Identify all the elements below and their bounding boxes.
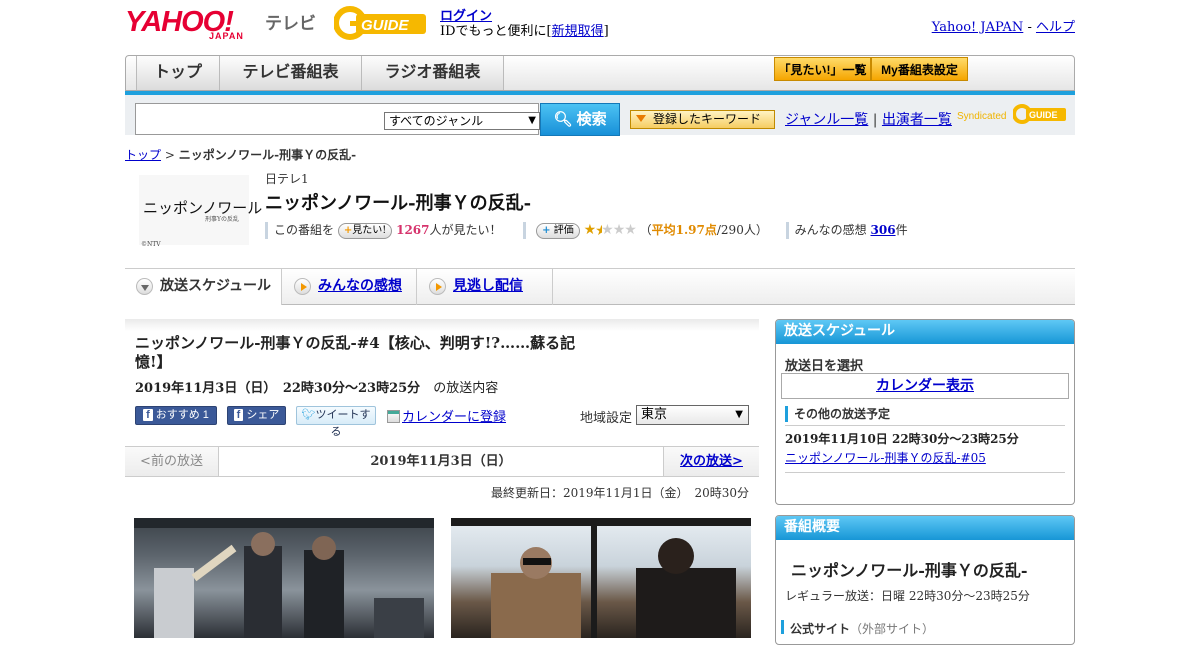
dropdown-arrow-icon: ▼ bbox=[528, 115, 536, 126]
play-arrow-icon bbox=[294, 278, 311, 295]
program-title: ニッポンノワール-刑事Ｙの反乱- bbox=[265, 193, 532, 214]
nav-tab-tv-schedule[interactable]: テレビ番組表 bbox=[220, 56, 362, 90]
syndicated-text: Syndicated bbox=[957, 111, 1007, 122]
nav-tab-top[interactable]: トップ bbox=[136, 56, 220, 90]
global-nav: トップ テレビ番組表 ラジオ番組表 「見たい!」一覧 My番組表設定 bbox=[125, 55, 1075, 91]
registered-keywords-button[interactable]: 登録したキーワード bbox=[630, 110, 775, 129]
episode-photo-2[interactable] bbox=[451, 518, 751, 638]
regular-broadcast: レギュラー放送：日曜 22時30分～23時25分 bbox=[785, 589, 1030, 603]
sidebar-schedule-heading: 放送スケジュール bbox=[776, 320, 1074, 344]
tab-schedule[interactable]: 放送スケジュール bbox=[125, 269, 282, 305]
other-broadcast-link[interactable]: ニッポンノワール-刑事Ｙの反乱-#05 bbox=[785, 449, 986, 466]
plus-icon: + bbox=[542, 224, 551, 236]
breadcrumb-current: ニッポンノワール-刑事Ｙの反乱- bbox=[178, 148, 357, 162]
channel-name: 日テレ1 bbox=[265, 172, 309, 186]
official-site-heading[interactable]: 公式サイト（外部サイト） bbox=[781, 620, 934, 636]
mitai-list-button[interactable]: 「見たい!」一覧 bbox=[774, 57, 871, 81]
genre-select[interactable]: すべてのジャンル ▼ bbox=[384, 112, 540, 130]
search-area: すべてのジャンル ▼ 🔍︎ 検索 登録したキーワード ジャンル一覧 | 出演者一覧… bbox=[125, 95, 1075, 136]
svg-text:GUIDE: GUIDE bbox=[1029, 110, 1058, 120]
divider bbox=[785, 425, 1065, 426]
genre-list-link[interactable]: ジャンル一覧 bbox=[785, 112, 868, 128]
help-link[interactable]: ヘルプ bbox=[1036, 20, 1075, 35]
header-links: Yahoo! JAPAN - ヘルプ bbox=[931, 20, 1075, 35]
id-signup-text: IDでもっと便利に[新規取得] bbox=[440, 24, 609, 39]
episode-title: ニッポンノワール-刑事Ｙの反乱-#4【核心、判明す!?……蘇る記憶!】 bbox=[135, 334, 576, 371]
search-button[interactable]: 🔍︎ 検索 bbox=[540, 103, 620, 136]
breadcrumb-top-link[interactable]: トップ bbox=[125, 148, 161, 162]
last-updated: 最終更新日：2019年11月1日（金） 20時30分 bbox=[491, 486, 749, 500]
facebook-icon: f bbox=[143, 409, 153, 421]
facebook-share-button[interactable]: f シェア bbox=[227, 406, 286, 425]
my-schedule-settings-button[interactable]: My番組表設定 bbox=[871, 57, 968, 81]
region-select[interactable]: 東京 ▼ bbox=[636, 405, 749, 425]
rating-stars: ★★★★★ bbox=[583, 222, 637, 239]
calendar-view-button[interactable]: カレンダー表示 bbox=[781, 373, 1069, 399]
other-broadcast-date: 2019年11月10日 22時30分～23時25分 bbox=[785, 432, 1019, 446]
facebook-icon: f bbox=[233, 409, 244, 421]
divider bbox=[785, 472, 1065, 473]
select-date-label: 放送日を選択 bbox=[785, 359, 864, 374]
facebook-recommend-button[interactable]: f おすすめ 1 bbox=[135, 406, 217, 425]
signup-link[interactable]: 新規取得 bbox=[552, 24, 604, 39]
tab-streaming[interactable]: 見逃し配信 bbox=[418, 269, 553, 305]
nav-tab-radio-schedule[interactable]: ラジオ番組表 bbox=[362, 56, 504, 90]
overview-program-title: ニッポンノワール-刑事Ｙの反乱- bbox=[791, 561, 1028, 580]
cast-list-link[interactable]: 出演者一覧 bbox=[882, 112, 952, 128]
thumbnail-subtitle-text: 刑事Yの反乱 bbox=[205, 216, 239, 223]
gguide-small-logo: GUIDE bbox=[1013, 104, 1066, 124]
breadcrumb: トップ > ニッポンノワール-刑事Ｙの反乱- bbox=[125, 148, 357, 162]
region-label: 地域設定 bbox=[580, 411, 633, 426]
prev-broadcast: <前の放送 bbox=[125, 447, 219, 476]
tweet-button[interactable]: 🐦︎ツイートする bbox=[296, 406, 376, 438]
thumbnail-title-text: ニッポンノワール bbox=[143, 199, 263, 217]
episode-airtime: 2019年11月3日（日） 22時30分～23時25分 の放送内容 bbox=[135, 381, 499, 396]
sidebar-overview-heading: 番組概要 bbox=[776, 516, 1074, 540]
play-arrow-icon bbox=[429, 278, 446, 295]
tab-reviews[interactable]: みんなの感想 bbox=[283, 269, 417, 305]
content-tabs: 放送スケジュール みんなの感想 見逃し配信 bbox=[125, 269, 1075, 305]
search-icon: 🔍︎ bbox=[553, 111, 573, 128]
next-broadcast-link[interactable]: 次の放送> bbox=[663, 447, 759, 476]
episode-photo-1[interactable] bbox=[134, 518, 434, 638]
dropdown-arrow-icon: ▼ bbox=[735, 409, 743, 420]
reviews-count-link[interactable]: 306 bbox=[871, 223, 896, 237]
average-rating: 平均1.97点 bbox=[651, 223, 717, 237]
sidebar-schedule-box: 放送スケジュール 放送日を選択 カレンダー表示 その他の放送予定 2019年11… bbox=[775, 319, 1075, 505]
program-stats-row: この番組を +見たい! 1267人が見たい！ + 評価 ★★★★★ （平均1.9… bbox=[265, 221, 908, 239]
calendar-icon bbox=[387, 410, 400, 423]
plus-icon: + bbox=[343, 224, 353, 236]
thumbnail-copyright: ©NTV bbox=[141, 241, 161, 248]
sidebar-overview-box: 番組概要 ニッポンノワール-刑事Ｙの反乱- レギュラー放送：日曜 22時30分～… bbox=[775, 515, 1075, 645]
svg-text:GUIDE: GUIDE bbox=[361, 17, 410, 34]
want-count: 1267 bbox=[396, 223, 430, 237]
chevron-down-icon bbox=[136, 278, 153, 295]
sub-links: ジャンル一覧 | 出演者一覧 bbox=[785, 112, 952, 128]
other-schedule-heading: その他の放送予定 bbox=[785, 406, 890, 422]
yahoo-japan-logo-text: JAPAN bbox=[209, 31, 244, 41]
twitter-bird-icon: 🐦︎ bbox=[301, 409, 316, 421]
tv-logo-text[interactable]: テレビ bbox=[265, 9, 316, 34]
calendar-register[interactable]: カレンダーに登録 bbox=[387, 406, 506, 425]
gguide-logo[interactable]: GUIDE bbox=[334, 6, 430, 40]
rate-button[interactable]: + 評価 bbox=[536, 222, 580, 239]
page: YAHOO! JAPAN テレビ GUIDE ログイン IDでもっと便利に[新規… bbox=[125, 0, 1075, 645]
current-broadcast-date: 2019年11月3日（日） bbox=[219, 447, 663, 476]
broadcast-pager: <前の放送 2019年11月3日（日） 次の放送> bbox=[125, 446, 759, 477]
yahoo-japan-link[interactable]: Yahoo! JAPAN bbox=[932, 20, 1024, 35]
want-to-watch-button[interactable]: +見たい! bbox=[337, 222, 393, 239]
triangle-icon bbox=[636, 115, 646, 122]
